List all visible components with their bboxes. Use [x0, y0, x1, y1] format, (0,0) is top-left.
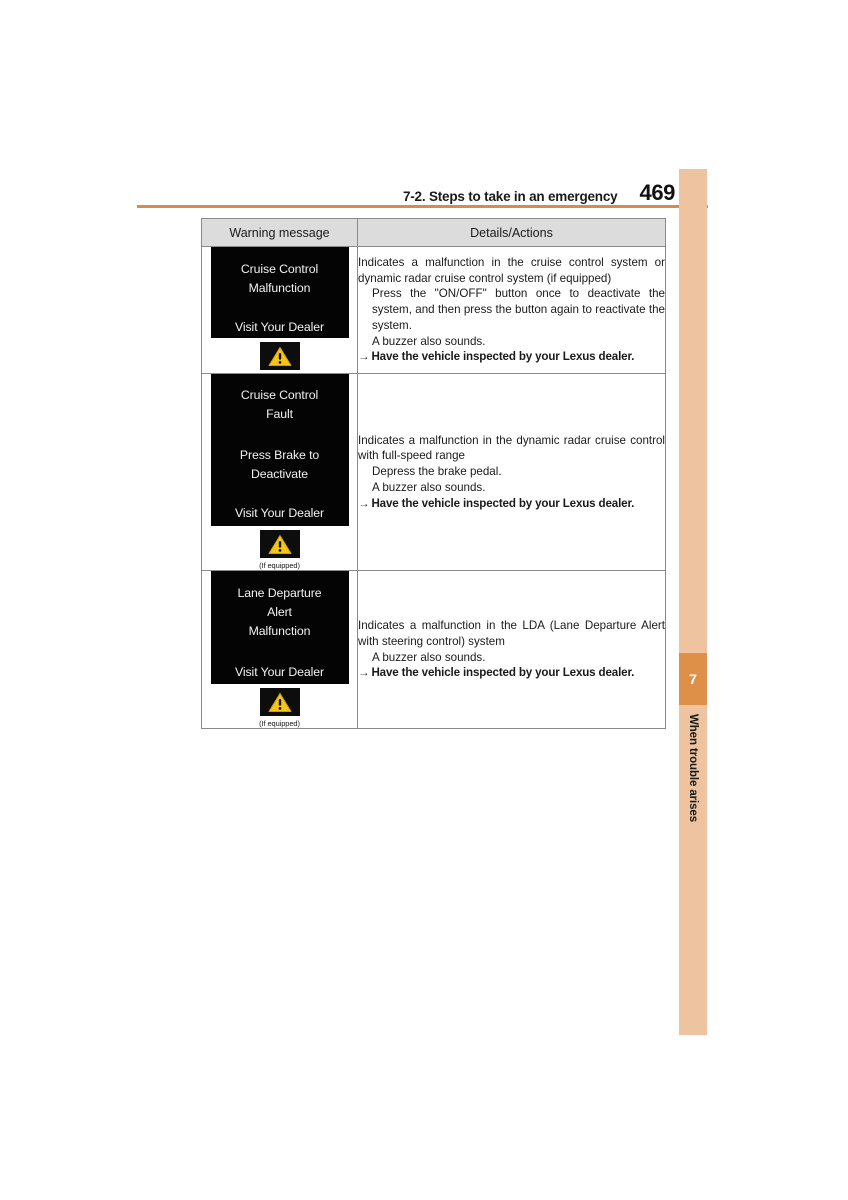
detail-action-text: Have the vehicle inspected by your Lexus…	[371, 496, 635, 510]
detail-lead-text: Indicates a malfunction in the cruise co…	[358, 255, 665, 285]
display-line: Fault	[266, 407, 293, 422]
display-line: Alert	[267, 605, 292, 620]
display-line: Visit Your Dealer	[235, 320, 324, 335]
warning-message-cell: Cruise Control Malfunction Visit Your De…	[201, 246, 358, 374]
chapter-title-text: When trouble arises	[687, 714, 699, 823]
warning-triangle-icon	[268, 534, 291, 554]
warning-indicator-box	[259, 342, 300, 370]
warning-triangle-icon	[268, 346, 291, 366]
detail-action-text: Have the vehicle inspected by your Lexus…	[371, 666, 635, 680]
display-line: Malfunction	[248, 281, 311, 296]
display-line: Press Brake to	[239, 448, 320, 463]
details-actions-cell: Indicates a malfunction in the cruise co…	[357, 246, 666, 374]
detail-action-line: → Have the vehicle inspected by your Lexu…	[358, 496, 665, 512]
header-divider-rule	[137, 205, 708, 208]
table-row: Cruise Control Malfunction Visit Your De…	[201, 246, 666, 374]
warning-message-cell: Lane Departure Alert Malfunction Visit Y…	[201, 570, 358, 729]
arrow-icon: →	[358, 350, 370, 364]
display-line: Visit Your Dealer	[235, 506, 324, 521]
display-line: Malfunction	[248, 624, 311, 639]
chapter-side-band	[679, 169, 707, 1035]
detail-action-text: Have the vehicle inspected by your Lexus…	[371, 350, 635, 364]
if-equipped-note: (If equipped)	[259, 561, 300, 570]
display-line: Lane Departure	[237, 586, 322, 600]
detail-lead-text: Indicates a malfunction in the dynamic r…	[358, 433, 665, 463]
detail-indented-text: Depress the brake pedal.	[372, 465, 502, 479]
display-spacer	[211, 641, 349, 663]
column-header-warning-message: Warning message	[201, 218, 358, 247]
warning-message-table: Warning message Details/Actions Cruise C…	[201, 218, 666, 729]
arrow-icon: →	[358, 496, 370, 510]
table-row: Cruise Control Fault Press Brake to Deac…	[201, 373, 666, 571]
table-header-row: Warning message Details/Actions	[201, 218, 666, 247]
table-row: Lane Departure Alert Malfunction Visit Y…	[201, 570, 666, 729]
warning-triangle-icon	[268, 692, 291, 712]
multi-info-display-screen: Lane Departure Alert Malfunction Visit Y…	[210, 571, 349, 684]
detail-action-line: → Have the vehicle inspected by your Lexu…	[358, 349, 665, 365]
warning-indicator-box	[259, 530, 300, 558]
details-actions-cell: Indicates a malfunction in the LDA (Lane…	[357, 570, 666, 729]
multi-info-display-screen: Cruise Control Fault Press Brake to Deac…	[210, 374, 349, 526]
display-line: Cruise Control	[240, 388, 319, 402]
if-equipped-note: (If equipped)	[259, 719, 300, 728]
detail-indented-text: A buzzer also sounds.	[372, 650, 486, 664]
display-line: Deactivate	[250, 467, 309, 482]
display-line: Cruise Control	[240, 262, 319, 276]
column-header-details-actions: Details/Actions	[357, 218, 666, 247]
display-line: Visit Your Dealer	[235, 665, 324, 680]
warning-message-cell: Cruise Control Fault Press Brake to Deac…	[201, 373, 358, 571]
page-number: 469	[639, 180, 675, 205]
chapter-title-vertical: When trouble arises	[679, 710, 707, 860]
detail-action-line: → Have the vehicle inspected by your Lexu…	[358, 665, 665, 681]
warning-indicator-box	[259, 688, 300, 716]
page-header: 7-2. Steps to take in an emergency 469	[137, 178, 679, 205]
arrow-icon: →	[358, 666, 370, 680]
display-spacer	[211, 298, 349, 318]
display-spacer	[211, 424, 349, 446]
detail-indented-text: A buzzer also sounds.	[372, 334, 486, 348]
detail-lead-text: Indicates a malfunction in the LDA (Lane…	[358, 618, 665, 648]
display-spacer	[211, 484, 349, 504]
multi-info-display-screen: Cruise Control Malfunction Visit Your De…	[210, 247, 349, 338]
header-section-title: 7-2. Steps to take in an emergency	[402, 189, 618, 204]
details-actions-cell: Indicates a malfunction in the dynamic r…	[357, 373, 666, 571]
detail-indented-text: A buzzer also sounds.	[372, 480, 486, 494]
chapter-number-badge[interactable]: 7	[679, 653, 707, 705]
detail-indented-text: Press the "ON/OFF" button once to deacti…	[372, 287, 665, 332]
